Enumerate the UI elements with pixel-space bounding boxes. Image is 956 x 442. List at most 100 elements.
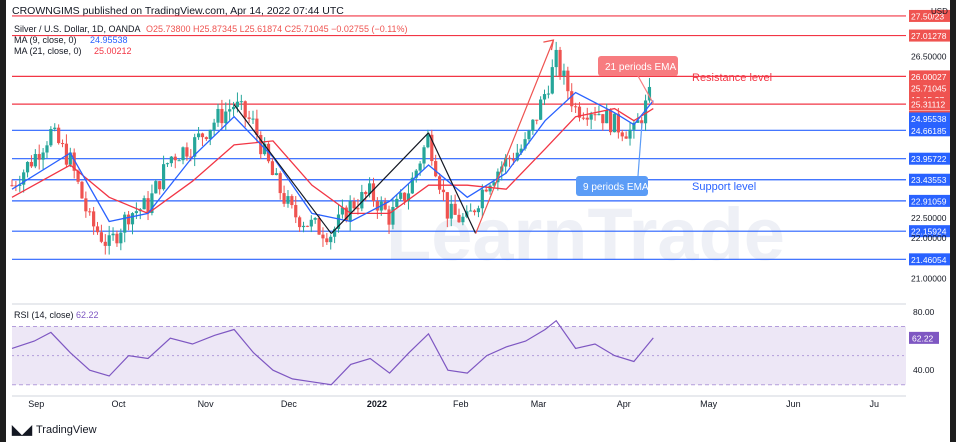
x-tick-4: 2022: [367, 399, 387, 409]
footer: ◣◢ TradingView: [12, 420, 312, 440]
candle-body-61: [247, 117, 251, 119]
price-label-8: 24.95538: [911, 114, 947, 124]
candle-body-37: [154, 181, 158, 194]
candle-body-122: [484, 189, 488, 192]
candle-body-59: [239, 101, 243, 103]
price-label-16: 21.46054: [911, 255, 947, 265]
candle-body-159: [628, 129, 632, 139]
candle-body-48: [196, 133, 201, 138]
price-label-1: 27.01278: [911, 31, 947, 41]
candle-body-94: [375, 201, 379, 211]
x-tick-8: May: [700, 399, 718, 409]
candle-body-128: [507, 157, 512, 160]
candle-body-70: [282, 193, 286, 204]
candle-body-120: [476, 208, 481, 213]
candle-body-107: [426, 134, 430, 148]
candle-body-76: [305, 225, 310, 227]
candle-body-31: [130, 213, 135, 225]
price-label-2: 26.50000: [911, 52, 947, 62]
candle-body-45: [185, 147, 189, 157]
candle-body-141: [558, 49, 562, 76]
x-tick-5: Feb: [453, 399, 469, 409]
legend-ma9-value: 24.95538: [90, 35, 128, 45]
candle-body-12: [57, 127, 61, 144]
candle-body-105: [418, 163, 422, 171]
candle-body-62: [251, 118, 255, 120]
price-label-6: 25.31112: [911, 100, 945, 110]
candle-body-136: [539, 99, 543, 120]
rsi-tick-0: 40.00: [913, 365, 935, 375]
candle-body-40: [165, 163, 170, 165]
price-label-15: 22.00000: [911, 233, 947, 243]
candle-body-101: [402, 192, 407, 202]
resistance-label: Resistance level: [692, 72, 772, 84]
candle-body-10: [49, 128, 53, 146]
candle-body-11: [53, 127, 57, 129]
price-chart[interactable]: LearnTrade21 periods EMA9 periods EMARes…: [6, 0, 950, 442]
candle-body-144: [570, 91, 574, 107]
candle-body-77: [309, 219, 313, 227]
candle-body-42: [173, 156, 177, 161]
candle-body-24: [103, 241, 107, 246]
candle-body-157: [620, 132, 624, 137]
candle-body-93: [371, 183, 376, 202]
legend-ohlc: O25.73800 H25.87345 L25.61874 C25.71045 …: [146, 24, 408, 34]
candle-body-158: [624, 136, 628, 139]
candle-body-80: [321, 234, 325, 239]
x-tick-1: Oct: [112, 399, 127, 409]
x-tick-10: Ju: [869, 399, 879, 409]
candle-body-152: [601, 114, 605, 124]
candle-body-121: [480, 189, 484, 209]
candle-body-28: [119, 232, 123, 244]
candle-body-73: [294, 205, 298, 218]
candle-body-79: [317, 218, 321, 235]
candle-body-67: [270, 161, 275, 176]
candle-body-0: [10, 185, 14, 187]
candle-body-20: [88, 211, 92, 213]
candle-body-39: [161, 164, 166, 190]
x-tick-6: Mar: [531, 399, 547, 409]
candle-body-26: [111, 233, 115, 236]
candle-body-69: [278, 173, 282, 194]
candle-body-81: [325, 238, 329, 243]
candle-body-57: [231, 106, 236, 110]
candle-body-68: [274, 173, 278, 176]
candle-body-13: [60, 143, 65, 145]
legend-symbol: Silver / U.S. Dollar, 1D, OANDA: [14, 24, 141, 34]
price-label-12: 22.91059: [911, 196, 947, 206]
candle-body-56: [228, 109, 232, 112]
candle-body-58: [235, 101, 240, 107]
candle-body-38: [158, 181, 162, 190]
candle-body-140: [554, 49, 558, 68]
trend-arrowhead: [543, 39, 555, 51]
candle-body-134: [531, 119, 535, 131]
candle-body-150: [593, 114, 597, 116]
ema9-label: 9 periods EMA: [583, 182, 649, 193]
candle-body-7: [37, 154, 41, 160]
candle-body-99: [395, 198, 399, 207]
candle-body-4: [25, 161, 30, 173]
candle-body-155: [612, 113, 617, 133]
candle-body-22: [95, 226, 100, 233]
x-tick-3: Dec: [281, 399, 298, 409]
candle-body-54: [220, 108, 224, 124]
candle-body-44: [181, 147, 185, 161]
legend-rsi: RSI (14, close): [14, 310, 74, 320]
candle-body-118: [469, 210, 473, 212]
candle-body-133: [527, 130, 531, 140]
candle-body-153: [605, 110, 609, 124]
ema21-label: 21 periods EMA: [605, 62, 676, 73]
candle-body-112: [445, 192, 449, 219]
currency-label: USD: [931, 7, 948, 16]
candle-body-78: [313, 218, 317, 220]
candle-body-18: [80, 181, 84, 199]
candle-body-34: [142, 198, 146, 210]
price-label-4: 25.71045: [911, 84, 947, 94]
footer-brand[interactable]: TradingView: [36, 424, 97, 436]
candle-body-5: [29, 161, 34, 167]
candle-body-9: [45, 145, 49, 153]
candle-body-123: [488, 185, 492, 192]
candle-body-51: [208, 129, 212, 140]
candle-body-32: [134, 211, 138, 214]
support-label: Support level: [692, 181, 756, 193]
